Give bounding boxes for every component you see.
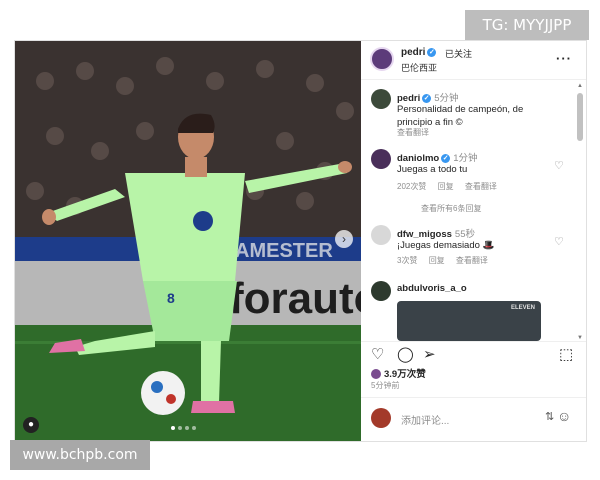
verified-icon: ✓ [441, 153, 451, 163]
translate-link[interactable]: 查看翻译 [465, 182, 497, 191]
avatar[interactable] [371, 149, 391, 169]
avatar[interactable] [371, 89, 391, 109]
watermark-url: www.bchpb.com [10, 440, 150, 470]
user-tag-icon[interactable]: ● [23, 417, 39, 433]
comment-text: Juegas a todo tu [397, 164, 468, 175]
heart-icon[interactable]: ♡ [554, 235, 564, 248]
avatar[interactable] [371, 225, 391, 245]
avatar[interactable] [371, 281, 391, 301]
post-header: pedri ✓ 已关注 巴伦西亚 ··· [361, 41, 586, 80]
comment-username[interactable]: daniolmo ✓ 1分钟 [397, 150, 478, 164]
verified-icon: ✓ [422, 93, 432, 103]
post-side-panel: pedri ✓ 已关注 巴伦西亚 ··· pedri ✓ 5分钟 Personalid… [361, 41, 586, 441]
likes-count[interactable]: 202次赞 [397, 182, 426, 191]
share-icon[interactable]: ➢ [423, 346, 436, 364]
comment-text: ¡Juegas demasiado 🎩 [397, 240, 495, 251]
comment-image[interactable]: ELEVEN [397, 301, 541, 341]
follow-status-button[interactable]: 已关注 [445, 47, 472, 60]
post-image[interactable]: AMESTER forauto 8 › ● [15, 41, 361, 441]
posted-time: 5分钟前 [371, 381, 400, 390]
likes-summary[interactable]: 3.9万次赞 [371, 366, 426, 380]
translate-text[interactable]: 查看翻译 [397, 128, 429, 137]
shirt-number: 8 [167, 290, 175, 306]
view-replies-link[interactable]: 查看所有6条回复 [421, 203, 481, 214]
likes-count[interactable]: 3次赞 [397, 256, 417, 265]
banner-text: AMESTER [235, 240, 333, 262]
emoji-icon[interactable]: ☺ [557, 408, 571, 424]
caption-text: Personalidad de campeón, de principio a … [397, 104, 524, 128]
avatar[interactable] [370, 47, 394, 71]
scroll-thumb[interactable] [577, 93, 583, 141]
instagram-post: AMESTER forauto 8 › ● [14, 40, 587, 442]
comment-image-text: ELEVEN [510, 305, 535, 311]
translate-link[interactable]: 查看翻译 [397, 127, 438, 138]
location-link[interactable]: 巴伦西亚 [401, 61, 437, 74]
caption-username[interactable]: pedri ✓ 5分钟 [397, 90, 459, 104]
chevron-right-icon[interactable]: › [335, 230, 353, 248]
comment-username[interactable]: dfw_migoss 55秒 [397, 226, 475, 240]
avatar [371, 369, 381, 380]
reply-button[interactable]: 回复 [429, 256, 445, 265]
comments-list: pedri ✓ 5分钟 Personalidad de campeón, de pr… [361, 83, 586, 341]
watermark-tag: TG: MYYJJPP [465, 10, 589, 40]
comment-username[interactable]: abdulvoris_a_o [397, 283, 467, 294]
sort-icon[interactable]: ⇅ [545, 410, 554, 423]
footballer-photo: AMESTER forauto 8 [15, 41, 361, 441]
avatar [371, 408, 391, 428]
comments-scrollbar[interactable]: ▲ ▼ [577, 83, 583, 341]
header-username[interactable]: pedri ✓ [401, 47, 437, 58]
post-actions: ♡ ◯ ➢ ⬚ 3.9万次赞 5分钟前 [361, 341, 586, 392]
comment-meta: 3次赞 回复 查看翻译 [397, 255, 497, 266]
carousel-dots [171, 426, 196, 430]
more-horizontal-icon[interactable]: ··· [556, 51, 572, 66]
bookmark-icon[interactable]: ⬚ [559, 346, 573, 364]
heart-icon[interactable]: ♡ [371, 346, 384, 364]
reply-button[interactable]: 回复 [438, 182, 454, 191]
likes-count[interactable]: 3.9万次赞 [384, 369, 426, 380]
comment-meta: 202次赞 回复 查看翻译 [397, 181, 506, 192]
username-text[interactable]: pedri [401, 47, 425, 58]
scroll-up-icon[interactable]: ▲ [577, 83, 583, 89]
translate-link[interactable]: 查看翻译 [456, 256, 488, 265]
ad-text: forauto [229, 274, 361, 323]
heart-icon[interactable]: ♡ [554, 159, 564, 172]
comment-input-bar: 添加评论... ⇅ ☺ [361, 397, 586, 442]
verified-icon: ✓ [427, 47, 437, 57]
comment-input[interactable]: 添加评论... [401, 412, 449, 427]
comment-icon[interactable]: ◯ [397, 346, 414, 364]
